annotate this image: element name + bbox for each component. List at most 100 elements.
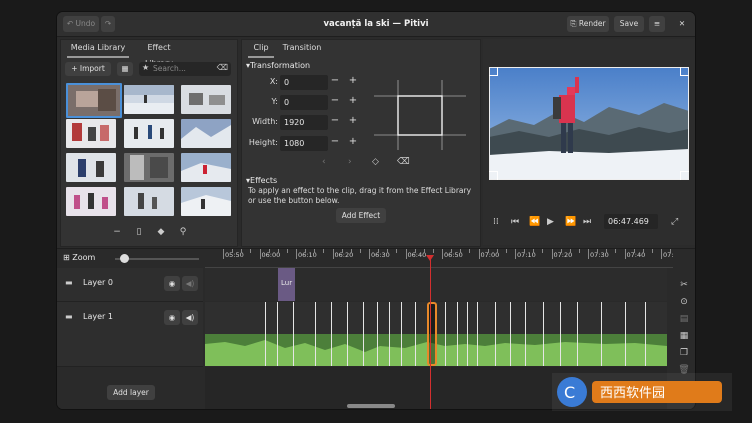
go-to-end-icon[interactable]: ⏭ [583,217,591,227]
keyframe-toggle-icon[interactable]: ⊙ [673,294,695,310]
next-keyframe-icon[interactable]: › [348,157,352,167]
x-field[interactable]: 0 [280,75,328,90]
y-increment-button[interactable]: + [346,95,360,106]
zoom-slider-handle[interactable] [120,254,129,263]
svg-text:西西软件园: 西西软件园 [600,386,665,401]
render-button[interactable]: ⎘ Render [567,16,609,32]
previous-keyframe-icon[interactable]: ‹ [322,157,326,167]
clear-search-icon[interactable]: ⌫ [217,63,228,72]
toggle-audio-button[interactable]: ◀) [182,276,198,291]
ruler-minor-tick [451,249,453,253]
import-button[interactable]: + Import [65,62,111,76]
media-thumbnail[interactable] [66,187,116,216]
transform-handle[interactable] [489,171,498,180]
ruler-minor-tick [232,249,234,253]
group-icon[interactable]: ▦ [673,328,695,344]
tab-media-library[interactable]: Media Library [67,40,129,58]
media-thumbnail[interactable] [124,153,174,182]
split-icon[interactable]: ✂ [673,277,695,293]
go-to-start-icon[interactable]: ⏮ [511,217,519,227]
reset-icon[interactable]: ⌫ [397,157,410,167]
width-increment-button[interactable]: + [346,115,360,126]
rewind-icon[interactable]: ⏪ [529,217,540,227]
ruler-minor-tick [250,249,252,253]
x-increment-button[interactable]: + [346,75,360,86]
add-effect-button[interactable]: Add Effect [336,208,386,223]
height-field[interactable]: 1080 [280,136,328,151]
fit-view-icon[interactable]: ⁞⁞ [493,217,499,227]
toggle-video-button[interactable]: ◉ [164,310,180,325]
ruler-minor-tick [524,249,526,253]
media-thumbnail[interactable] [66,153,116,182]
view-mode-button[interactable]: ▦ [117,62,133,76]
tab-clip[interactable]: Clip [248,40,274,58]
media-thumbnail[interactable] [66,119,116,148]
playhead-marker[interactable] [426,255,434,261]
ruler-minor-tick [487,249,489,253]
media-thumbnail[interactable] [181,187,231,216]
ruler-minor-tick [277,249,279,253]
svg-text:C: C [564,383,575,402]
ungroup-icon[interactable]: ▤ [673,311,695,327]
video-layer-icon: ▬ [65,278,73,287]
timeline-clip[interactable]: Lur [278,268,295,301]
width-field[interactable]: 1920 [280,115,328,130]
detach-viewer-icon[interactable]: ⤢ [671,217,678,227]
close-button[interactable]: ✕ [674,16,690,32]
transformation-expander[interactable]: ▾Transformation [246,61,310,70]
media-thumbnail[interactable] [181,85,231,114]
search-box[interactable]: ★ Search... ⌫ [139,62,231,76]
save-button[interactable]: Save [614,16,644,32]
height-increment-button[interactable]: + [346,136,360,147]
ruler-tick [515,249,516,259]
layer-name: Layer 1 [83,312,113,321]
ruler-minor-tick [578,249,580,253]
play-icon[interactable]: ▶ [547,217,554,227]
media-thumbnail[interactable] [124,119,174,148]
proxy-icon[interactable]: ⚲ [177,227,189,237]
media-thumbnail[interactable] [124,85,174,114]
tab-transition[interactable]: Transition [280,40,324,56]
layer-1-track[interactable] [205,302,667,366]
toggle-audio-button[interactable]: ◀) [182,310,198,325]
transform-preview[interactable] [374,80,466,150]
ruler-minor-tick [350,249,352,253]
video-preview[interactable] [489,67,689,180]
add-layer-button[interactable]: Add layer [107,385,155,400]
clip-label: Lur [281,279,293,287]
horizontal-scrollbar[interactable] [347,404,395,408]
ruler-minor-tick [569,249,571,253]
forward-icon[interactable]: ⏩ [565,217,576,227]
ruler-minor-tick [597,249,599,253]
ruler-minor-tick [378,249,380,253]
toggle-video-button[interactable]: ◉ [164,276,180,291]
height-decrement-button[interactable]: − [328,136,342,147]
transform-handle[interactable] [680,171,689,180]
media-thumbnail[interactable] [124,187,174,216]
clip-properties-icon[interactable]: ▯ [133,227,145,237]
x-decrement-button[interactable]: − [328,75,342,86]
menu-button[interactable]: ≡ [649,16,665,32]
ruler-minor-tick [496,249,498,253]
selected-clip[interactable] [427,302,437,366]
remove-icon[interactable]: − [111,227,123,237]
tag-icon[interactable]: ◆ [155,227,167,237]
copy-icon[interactable]: ❐ [673,345,695,361]
timecode-field[interactable]: 06:47.469 [604,214,658,229]
playhead[interactable] [430,257,431,409]
layer-0-track[interactable]: Lur [205,268,667,301]
effects-expander[interactable]: ▾Effects [246,176,277,185]
y-decrement-button[interactable]: − [328,95,342,106]
media-thumbnail[interactable] [66,83,122,118]
transform-handle[interactable] [680,67,689,76]
time-ruler[interactable]: 05:50 06:00 06:10 06:20 06:30 06:40 06:50 07:00… [205,249,673,268]
transform-handle[interactable] [489,67,498,76]
search-placeholder: Search... [153,64,186,73]
media-thumbnail[interactable] [181,119,231,148]
tab-effect-library[interactable]: Effect Library [135,40,183,68]
clip-boundary [347,302,348,366]
keyframe-icon[interactable]: ◇ [372,157,379,167]
media-thumbnail[interactable] [181,153,231,182]
width-decrement-button[interactable]: − [328,115,342,126]
y-field[interactable]: 0 [280,95,328,110]
